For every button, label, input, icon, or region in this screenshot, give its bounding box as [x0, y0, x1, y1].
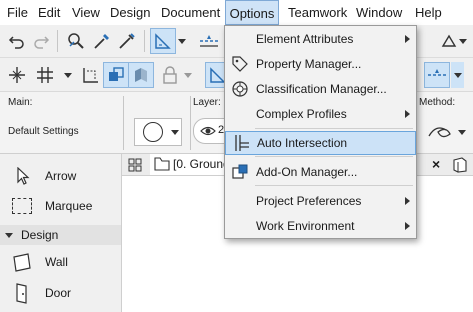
submenu-arrow-icon: [405, 197, 410, 205]
menu-item-classification-manager[interactable]: Classification Manager...: [225, 77, 416, 101]
menu-item-element-attributes[interactable]: Element Attributes: [225, 27, 416, 51]
menu-item-label: Complex Profiles: [256, 107, 347, 121]
tool-arrow[interactable]: Arrow: [0, 161, 121, 191]
menu-item-work-environment[interactable]: Work Environment: [225, 214, 416, 238]
tool-door[interactable]: Door: [0, 278, 121, 308]
favorites-value[interactable]: Default Settings: [8, 126, 79, 137]
menu-bar: File Edit View Design Document Options T…: [0, 0, 473, 25]
eye-icon: [200, 123, 216, 139]
menu-help[interactable]: Help: [412, 0, 445, 25]
chevron-down-icon[interactable]: [63, 62, 73, 88]
toolbar-separator: [144, 30, 145, 52]
menu-item-label: Classification Manager...: [256, 82, 387, 96]
tool-label: Wall: [45, 255, 68, 269]
grid-icon[interactable]: [32, 62, 58, 88]
door-icon: [14, 282, 30, 304]
chevron-down-icon[interactable]: [451, 62, 464, 88]
tool-marquee[interactable]: Marquee: [0, 191, 121, 221]
menu-file[interactable]: File: [4, 0, 31, 25]
tool-label: Door: [45, 286, 72, 300]
group-label: Design: [21, 228, 59, 242]
menu-separator: [255, 185, 413, 186]
menu-item-project-preferences[interactable]: Project Preferences: [225, 189, 416, 213]
toolbar-separator: [57, 30, 58, 52]
geometry-method-selector[interactable]: [134, 118, 182, 146]
lock-icon[interactable]: [157, 62, 183, 88]
menu-item-complex-profiles[interactable]: Complex Profiles: [225, 102, 416, 126]
method-selector[interactable]: [420, 120, 468, 144]
menu-options[interactable]: Options: [225, 0, 279, 25]
menu-edit[interactable]: Edit: [35, 0, 63, 25]
infobox-separator: [123, 96, 124, 150]
method-label: Method:: [419, 97, 456, 108]
layer-label: Layer:: [193, 97, 221, 108]
submenu-arrow-icon: [405, 222, 410, 230]
floor-plan-icon: [154, 157, 170, 171]
wall-icon: [11, 252, 33, 272]
close-icon[interactable]: ×: [432, 156, 440, 172]
guide-line-icon[interactable]: [150, 28, 176, 54]
main-label: Main:: [8, 97, 33, 108]
redo-icon[interactable]: [28, 28, 54, 54]
toolbox-group-design[interactable]: Design: [0, 225, 121, 245]
chevron-down-icon: [5, 233, 13, 238]
submenu-arrow-icon: [405, 110, 410, 118]
suspend-groups-icon[interactable]: [103, 62, 129, 88]
layer-selector[interactable]: 2: [193, 118, 225, 144]
tool-wall[interactable]: Wall: [0, 247, 121, 277]
arc-method-icon: [426, 122, 454, 142]
chevron-down-icon[interactable]: [177, 28, 187, 54]
menu-item-add-on-manager[interactable]: Add-On Manager...: [225, 160, 416, 184]
circle-icon: [143, 122, 163, 142]
menu-teamwork[interactable]: Teamwork: [285, 0, 350, 25]
toolbox-panel: Arrow Marquee Design Wall Door: [0, 154, 122, 312]
menu-design[interactable]: Design: [107, 0, 153, 25]
chevron-down-icon[interactable]: [183, 62, 193, 88]
menu-item-label: Work Environment: [256, 219, 355, 233]
tool-label: Arrow: [45, 169, 77, 183]
submenu-arrow-icon: [405, 35, 410, 43]
menu-window[interactable]: Window: [353, 0, 405, 25]
auto-intersection-icon: [232, 134, 250, 152]
arrow-pointer-icon: [16, 167, 30, 185]
menu-view[interactable]: View: [69, 0, 103, 25]
find-select-icon[interactable]: [63, 28, 89, 54]
tab-label: [0. Ground: [173, 157, 230, 171]
menu-item-label: Element Attributes: [256, 32, 354, 46]
menu-item-property-manager[interactable]: Property Manager...: [225, 52, 416, 76]
add-on-icon: [231, 163, 249, 181]
menu-separator: [255, 128, 413, 129]
menu-document[interactable]: Document: [158, 0, 223, 25]
snap-guides-icon[interactable]: [196, 28, 222, 54]
cursor-snap-icon[interactable]: [4, 62, 30, 88]
marquee-icon: [12, 198, 32, 214]
options-menu-dropdown: Element Attributes Property Manager... C…: [224, 25, 417, 239]
tool-label: Marquee: [45, 199, 93, 213]
menu-item-label: Add-On Manager...: [256, 165, 358, 179]
tab-overview-icon[interactable]: [128, 158, 142, 172]
inject-parameters-icon[interactable]: [114, 28, 140, 54]
menu-item-label: Property Manager...: [256, 57, 362, 71]
tag-icon: [231, 55, 249, 73]
menu-item-label: Project Preferences: [256, 194, 362, 208]
chevron-down-icon: [458, 130, 466, 135]
solid-element-icon[interactable]: [128, 62, 154, 88]
menu-separator: [255, 156, 413, 157]
tracker-icon[interactable]: [424, 62, 450, 88]
menu-item-auto-intersection[interactable]: Auto Intersection: [225, 131, 416, 155]
3d-view-icon[interactable]: [452, 157, 468, 173]
chevron-down-icon[interactable]: [458, 28, 468, 54]
chevron-down-icon: [171, 130, 179, 135]
undo-icon[interactable]: [4, 28, 30, 54]
infobox-separator: [190, 96, 191, 150]
edit-plane-icon[interactable]: [78, 62, 104, 88]
classification-icon: [231, 80, 249, 98]
menu-item-label: Auto Intersection: [257, 136, 348, 150]
pick-up-parameters-icon[interactable]: [89, 28, 115, 54]
